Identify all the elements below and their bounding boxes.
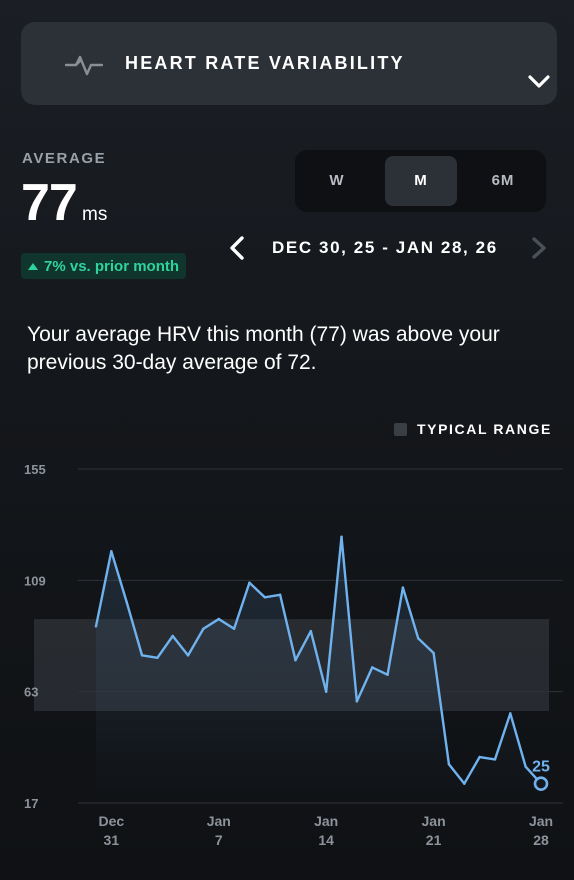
range-selector: W M 6M (295, 150, 546, 212)
x-tick-month: Jan (207, 813, 231, 829)
x-tick-month: Dec (99, 813, 125, 829)
data-point (355, 700, 359, 703)
last-value-label: 25 (532, 759, 550, 776)
average-value: 77 (21, 174, 78, 232)
data-point (140, 654, 144, 657)
typical-range-swatch (394, 422, 407, 436)
data-point (171, 634, 174, 638)
data-point (324, 690, 328, 693)
date-range-label: DEC 30, 25 - JAN 28, 26 (272, 238, 498, 257)
x-tick-day: 28 (533, 832, 549, 848)
legend: TYPICAL RANGE (394, 420, 552, 438)
hrv-line-chart: 25 155 109 63 17 Dec 31 Jan 7 Jan 14 Jan 21 Jan 28 (24, 462, 563, 848)
data-point (432, 651, 435, 655)
x-tick-day: 21 (426, 832, 442, 848)
chevron-left-icon[interactable] (229, 236, 245, 265)
average-unit: ms (82, 204, 108, 225)
y-tick-label: 17 (24, 796, 38, 811)
range-option-6m[interactable]: 6M (467, 156, 539, 206)
legend-label: TYPICAL RANGE (417, 421, 552, 437)
data-point (248, 581, 251, 584)
data-point (232, 627, 236, 630)
data-point (524, 765, 527, 768)
up-triangle-icon (28, 262, 38, 270)
x-tick-day: 7 (215, 832, 223, 848)
x-tick-month: Jan (529, 813, 553, 829)
chevron-down-icon[interactable] (528, 75, 550, 94)
data-point (217, 617, 220, 621)
x-tick-month: Jan (422, 813, 446, 829)
data-point (447, 763, 451, 766)
data-point (309, 629, 313, 633)
data-point (463, 782, 466, 785)
x-tick-day: 31 (104, 832, 120, 848)
data-point (401, 586, 405, 589)
average-label: AVERAGE (22, 150, 107, 167)
range-option-w[interactable]: W (301, 156, 373, 206)
data-point (417, 637, 420, 640)
y-tick-label: 109 (24, 573, 46, 588)
data-point (340, 535, 343, 538)
insight-text: Your average HRV this month (77) was abo… (27, 323, 500, 374)
pulse-icon (64, 52, 104, 83)
data-point (278, 593, 282, 597)
data-point (186, 654, 190, 657)
data-point (386, 673, 389, 676)
data-point (156, 656, 159, 659)
data-point (371, 666, 374, 669)
metric-title: HEART RATE VARIABILITY (125, 53, 405, 73)
data-point (493, 758, 497, 761)
delta-text: 7% vs. prior month (44, 257, 180, 275)
date-navigator: DEC 30, 25 - JAN 28, 26 (222, 232, 554, 264)
chevron-right-icon[interactable] (531, 237, 547, 264)
y-tick-label: 63 (24, 685, 38, 700)
data-point (125, 600, 128, 604)
data-point (478, 755, 481, 759)
x-tick-day: 14 (318, 832, 334, 848)
last-point-marker (533, 776, 549, 791)
data-point (294, 659, 297, 662)
data-point (263, 596, 266, 599)
metric-selector[interactable]: HEART RATE VARIABILITY (21, 22, 557, 105)
y-tick-label: 155 (24, 462, 46, 477)
data-point (509, 712, 512, 715)
x-tick-month: Jan (314, 813, 338, 829)
delta-badge: 7% vs. prior month (21, 253, 187, 279)
data-point (202, 627, 205, 630)
data-point (94, 625, 98, 628)
range-option-m[interactable]: M (385, 156, 457, 206)
data-point (110, 550, 113, 553)
